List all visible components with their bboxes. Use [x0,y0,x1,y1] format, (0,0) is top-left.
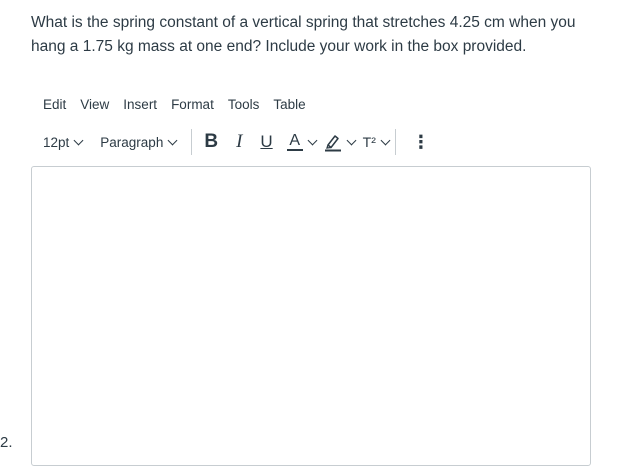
chevron-down-icon [73,135,84,145]
editor-toolbar: 12pt Paragraph B I U A T² ⋮ [36,127,440,157]
menu-insert[interactable]: Insert [116,94,164,115]
bold-button[interactable]: B [198,127,224,157]
chevron-down-icon [380,135,391,145]
italic-button[interactable]: I [230,127,248,157]
question-line-2: hang a 1.75 kg mass at one end? Include … [31,38,527,55]
menu-edit[interactable]: Edit [36,94,73,115]
chevron-down-icon [307,135,318,145]
font-size-dropdown[interactable]: 12pt [36,127,89,157]
text-color-button[interactable]: A [283,127,320,157]
menu-tools[interactable]: Tools [221,94,267,115]
more-options-icon[interactable]: ⋮ [402,127,440,157]
question-number: 2. [0,434,13,451]
toolbar-divider [191,129,193,155]
chevron-down-icon [346,135,357,145]
question-text: What is the spring constant of a vertica… [31,11,611,59]
menu-table[interactable]: Table [266,94,312,115]
menu-view[interactable]: View [73,94,116,115]
underline-button[interactable]: U [254,127,278,157]
block-format-dropdown[interactable]: Paragraph [93,127,183,157]
block-format-value: Paragraph [100,134,164,150]
superscript-icon: T² [362,134,376,150]
question-line-1: What is the spring constant of a vertica… [31,14,576,31]
font-size-value: 12pt [43,134,70,150]
menu-format[interactable]: Format [164,94,221,115]
chevron-down-icon [167,135,178,145]
rich-text-editor-area[interactable] [31,166,591,466]
highlight-color-button[interactable] [320,127,359,157]
superscript-button[interactable]: T² [359,127,393,157]
highlighter-icon [324,135,341,152]
toolbar-divider [394,129,396,155]
text-color-icon: A [286,131,303,153]
editor-menubar: Edit View Insert Format Tools Table [36,92,313,116]
